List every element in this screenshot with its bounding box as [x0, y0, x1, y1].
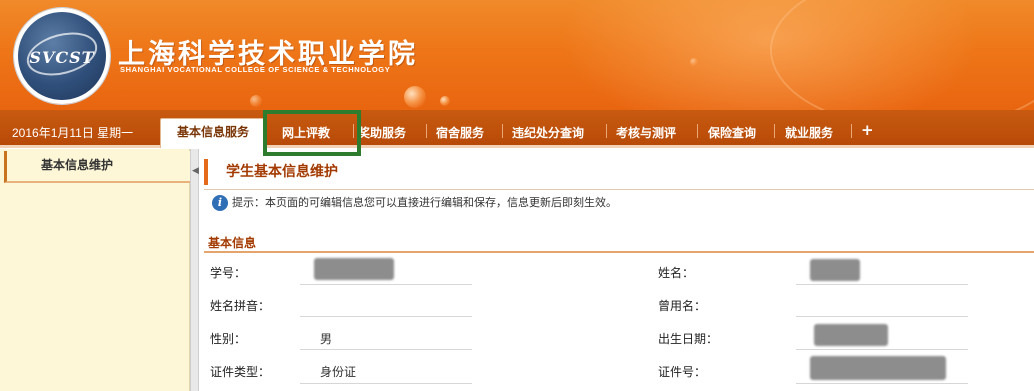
header-bubble [440, 96, 450, 106]
id-number-label: 证件号： [658, 365, 707, 379]
header-bubble [404, 86, 426, 108]
header-bubble [690, 58, 698, 66]
gender-field[interactable] [300, 349, 472, 350]
tab-discipline-query[interactable]: 违纪处分查询 [512, 124, 584, 141]
tab-employment[interactable]: 就业服务 [785, 124, 833, 141]
name-field[interactable] [796, 284, 968, 285]
former-name-field[interactable] [796, 316, 968, 317]
header-bubble [250, 95, 262, 107]
pinyin-label: 姓名拼音： [210, 299, 271, 313]
logo-text: SVCST [29, 48, 95, 67]
name-redacted [810, 259, 860, 281]
tab-basic-info[interactable]: 基本信息服务 [160, 118, 266, 148]
birth-date-field[interactable] [796, 349, 968, 350]
tab-dormitory[interactable]: 宿舍服务 [436, 124, 484, 141]
sidebar-collapse-bar[interactable]: ◀ [190, 149, 199, 391]
id-type-value: 身份证 [320, 365, 357, 379]
section-title-basic-info: 基本信息 [208, 236, 257, 250]
nav-divider [502, 124, 503, 138]
id-type-label: 证件类型： [210, 365, 271, 379]
id-number-field[interactable] [796, 383, 968, 384]
nav-divider [851, 124, 852, 138]
nav-divider [774, 124, 775, 138]
tab-assessment[interactable]: 考核与测评 [616, 124, 676, 141]
former-name-label: 曾用名： [658, 299, 707, 313]
collapse-arrow-icon[interactable]: ◀ [192, 166, 199, 176]
student-id-redacted [314, 258, 394, 280]
id-type-field[interactable] [300, 383, 472, 384]
sidebar-item-basic-info-maintenance[interactable]: 基本信息维护 [4, 151, 190, 183]
birth-date-redacted [814, 324, 888, 346]
title-divider [204, 189, 1034, 190]
birth-date-label: 出生日期： [658, 332, 719, 346]
gender-value: 男 [320, 332, 333, 346]
site-header: SVCST 上海科学技术职业学院 SHANGHAI VOCATIONAL COL… [0, 0, 1034, 110]
tip-message: i 提示：本页面的可编辑信息您可以直接进行编辑和保存，信息更新后即刻生效。 [212, 193, 617, 213]
gender-label: 性别： [210, 332, 247, 346]
info-icon: i [212, 195, 228, 211]
student-id-field[interactable] [300, 284, 472, 285]
tab-financial-aid[interactable]: 奖助服务 [358, 124, 406, 141]
section-divider [204, 251, 1034, 253]
pinyin-field[interactable] [300, 316, 472, 317]
school-logo: SVCST [14, 8, 110, 104]
tip-text: 提示：本页面的可编辑信息您可以直接进行编辑和保存，信息更新后即刻生效。 [232, 196, 617, 209]
nav-divider [426, 124, 427, 138]
id-number-redacted [810, 356, 946, 380]
header-swirl [770, 0, 1034, 110]
more-tabs-plus-icon[interactable]: + [861, 121, 874, 139]
tab-insurance[interactable]: 保险查询 [708, 124, 756, 141]
sidebar: 基本信息维护 [0, 149, 190, 391]
name-label: 姓名： [658, 266, 695, 280]
current-date: 2016年1月11日 星期一 [12, 126, 134, 140]
nav-divider [606, 124, 607, 138]
main-content: 学生基本信息维护 i 提示：本页面的可编辑信息您可以直接进行编辑和保存，信息更新后… [204, 149, 1034, 391]
main-navbar: 2016年1月11日 星期一 基本信息服务 网上评教 奖助服务 宿舍服务 违纪处… [0, 110, 1034, 148]
student-id-label: 学号： [210, 266, 247, 280]
nav-divider [697, 124, 698, 138]
page-title: 学生基本信息维护 [204, 159, 338, 185]
school-name-en: SHANGHAI VOCATIONAL COLLEGE OF SCIENCE &… [120, 65, 391, 74]
